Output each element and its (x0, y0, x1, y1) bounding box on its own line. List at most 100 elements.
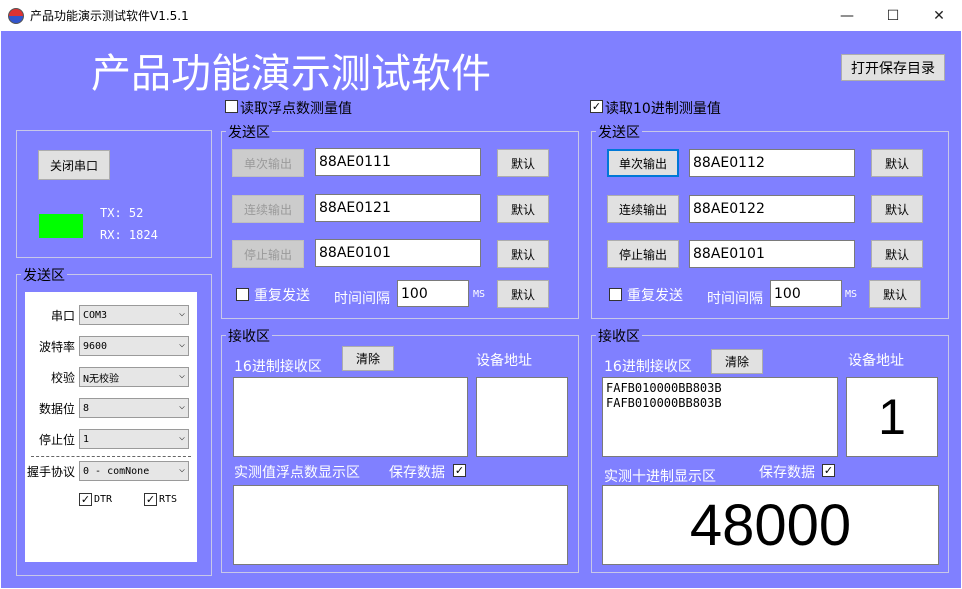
float-display-label: 实测值浮点数显示区 (234, 465, 360, 481)
save-data-label-right: 保存数据 (759, 465, 815, 481)
clear-button-left[interactable]: 清除 (342, 346, 394, 371)
interval-input-right[interactable]: 100 (770, 280, 842, 307)
serial-config-panel: 串口 COM3 ⌵ 波特率 9600 ⌵ 校验 N无校验 ⌵ 数据位 8 ⌵ 停止位 1… (25, 292, 197, 562)
parity-select[interactable]: N无校验 ⌵ (79, 367, 189, 387)
title-bar: 产品功能演示测试软件V1.5.1 — ☐ ✕ (0, 0, 962, 31)
single-output-button-right[interactable]: 单次输出 (607, 149, 679, 177)
recv-group-right: 接收区 16进制接收区 清除 设备地址 FAFB010000BB803B FAF… (591, 326, 949, 573)
window-title: 产品功能演示测试软件V1.5.1 (30, 9, 189, 23)
recv-group-left: 接收区 16进制接收区 清除 设备地址 实测值浮点数显示区 保存数据 ✓ (221, 326, 579, 573)
baud-select[interactable]: 9600 ⌵ (79, 336, 189, 356)
stop-cmd-input-right[interactable]: 88AE0101 (689, 240, 855, 268)
save-data-checkbox-right[interactable]: ✓ (822, 464, 835, 477)
hex-recv-label-left: 16进制接收区 (234, 359, 322, 375)
port-select[interactable]: COM3 ⌵ (79, 305, 189, 325)
parity-label: 校验 (50, 371, 75, 385)
cont-cmd-input-left[interactable]: 88AE0121 (315, 194, 481, 222)
stop-output-button-left[interactable]: 停止输出 (232, 240, 304, 268)
stop-cmd-input-left[interactable]: 88AE0101 (315, 239, 481, 267)
stopbits-select[interactable]: 1 ⌵ (79, 429, 189, 449)
addr-label-left: 设备地址 (476, 353, 532, 369)
databits-select[interactable]: 8 ⌵ (79, 398, 189, 418)
stop-default-button-right[interactable]: 默认 (871, 240, 923, 268)
serial-config-group: 发送区 串口 COM3 ⌵ 波特率 9600 ⌵ 校验 N无校验 ⌵ 数据位 8 ⌵ 停… (16, 265, 212, 576)
interval-label-left: 时间间隔 (334, 291, 390, 307)
dtr-label: DTR (94, 494, 113, 505)
float-read-label: 读取浮点数测量值 (240, 101, 352, 117)
close-button[interactable]: ✕ (916, 0, 962, 31)
stop-default-button-left[interactable]: 默认 (497, 240, 549, 268)
send-left-title: 发送区 (226, 122, 272, 142)
app-window: 产品功能演示测试软件V1.5.1 — ☐ ✕ 产品功能演示测试软件 打开保存目录… (0, 0, 962, 589)
cont-cmd-input-right[interactable]: 88AE0122 (689, 195, 855, 223)
float-display-area (233, 485, 568, 565)
rts-label: RTS (159, 494, 178, 505)
handshake-select[interactable]: 0 - comNone ⌵ (79, 461, 189, 481)
ms-label-left: MS (473, 289, 486, 300)
send-group-right: 发送区 单次输出 88AE0112 默认 连续输出 88AE0122 默认 停止… (591, 122, 949, 319)
chevron-down-icon: ⌵ (178, 464, 185, 475)
cont-output-button-left[interactable]: 连续输出 (232, 195, 304, 223)
open-save-dir-button[interactable]: 打开保存目录 (841, 54, 945, 81)
app-icon (8, 8, 24, 24)
stop-output-button-right[interactable]: 停止输出 (607, 240, 679, 268)
hex-recv-label-right: 16进制接收区 (604, 359, 692, 375)
hex-recv-area-right[interactable]: FAFB010000BB803B FAFB010000BB803B (602, 377, 838, 457)
rts-checkbox[interactable]: ✓ (144, 493, 157, 506)
chevron-down-icon: ⌵ (178, 432, 185, 443)
clear-button-right[interactable]: 清除 (711, 349, 763, 374)
send-group-left: 发送区 单次输出 88AE0111 默认 连续输出 88AE0121 默认 停止… (221, 122, 579, 319)
save-data-label-left: 保存数据 (389, 465, 445, 481)
recv-right-title: 接收区 (596, 326, 642, 346)
single-cmd-input-right[interactable]: 88AE0112 (689, 149, 855, 177)
chevron-down-icon: ⌵ (178, 308, 185, 319)
interval-label-right: 时间间隔 (707, 291, 763, 307)
status-indicator (39, 214, 83, 238)
addr-label-right: 设备地址 (848, 353, 904, 369)
serial-config-title: 发送区 (21, 265, 67, 285)
handshake-label: 握手协议 (26, 465, 75, 479)
dec-read-checkbox[interactable]: ✓ (590, 100, 603, 113)
repeat-checkbox-left[interactable] (236, 288, 249, 301)
dec-display-area: 48000 (602, 485, 939, 565)
maximize-button[interactable]: ☐ (870, 0, 916, 31)
addr-display-right: 1 (846, 377, 938, 457)
repeat-checkbox-right[interactable] (609, 288, 622, 301)
tx-count: TX: 52 (100, 206, 144, 220)
close-port-button[interactable]: 关闭串口 (38, 150, 110, 180)
interval-input-left[interactable]: 100 (397, 280, 469, 307)
recv-left-title: 接收区 (226, 326, 272, 346)
client-area: 产品功能演示测试软件 打开保存目录 读取浮点数测量值 ✓ 读取10进制测量值 关… (1, 31, 961, 588)
interval-default-button-right[interactable]: 默认 (869, 280, 921, 308)
page-title: 产品功能演示测试软件 (91, 51, 491, 97)
dec-read-label: 读取10进制测量值 (605, 101, 721, 117)
single-cmd-input-left[interactable]: 88AE0111 (315, 148, 481, 176)
divider (31, 456, 191, 457)
repeat-label-left: 重复发送 (254, 288, 310, 304)
chevron-down-icon: ⌵ (178, 339, 185, 350)
port-status-group: 关闭串口 TX: 52 RX: 1824 (16, 130, 212, 258)
baud-label: 波特率 (38, 340, 75, 354)
save-data-checkbox-left[interactable]: ✓ (453, 464, 466, 477)
interval-default-button-left[interactable]: 默认 (497, 280, 549, 308)
repeat-label-right: 重复发送 (627, 288, 683, 304)
cont-output-button-right[interactable]: 连续输出 (607, 195, 679, 223)
chevron-down-icon: ⌵ (178, 401, 185, 412)
cont-default-button-right[interactable]: 默认 (871, 195, 923, 223)
single-default-button-right[interactable]: 默认 (871, 149, 923, 177)
hex-recv-area-left[interactable] (233, 377, 468, 457)
port-label: 串口 (50, 309, 75, 323)
single-output-button-left[interactable]: 单次输出 (232, 149, 304, 177)
addr-display-left (476, 377, 568, 457)
rx-count: RX: 1824 (100, 228, 158, 242)
stopbits-label: 停止位 (38, 433, 75, 447)
chevron-down-icon: ⌵ (178, 370, 185, 381)
float-read-checkbox[interactable] (225, 100, 238, 113)
databits-label: 数据位 (38, 402, 75, 416)
single-default-button-left[interactable]: 默认 (497, 149, 549, 177)
send-right-title: 发送区 (596, 122, 642, 142)
dec-display-label: 实测十进制显示区 (604, 469, 716, 485)
cont-default-button-left[interactable]: 默认 (497, 195, 549, 223)
minimize-button[interactable]: — (824, 0, 870, 31)
dtr-checkbox[interactable]: ✓ (79, 493, 92, 506)
